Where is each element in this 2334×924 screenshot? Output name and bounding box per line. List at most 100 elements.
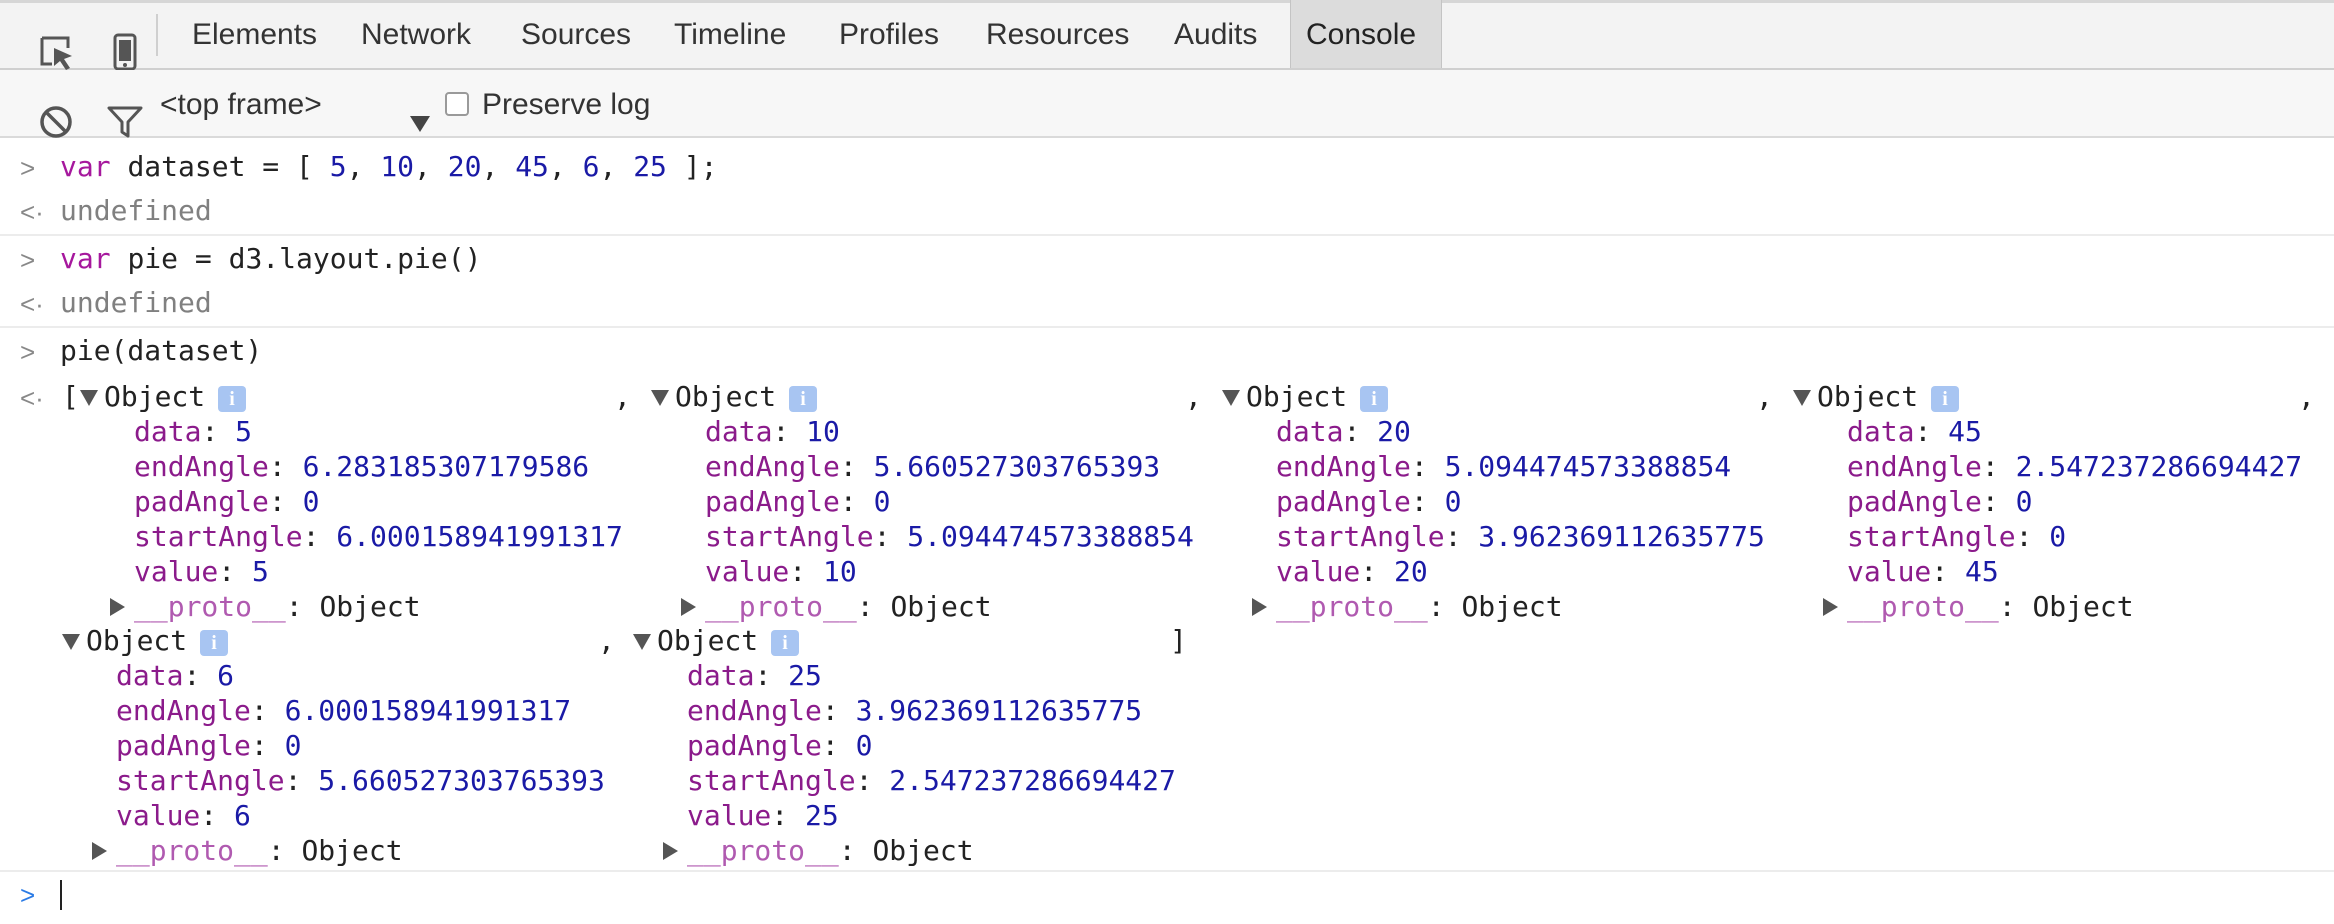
- property-value: 0: [2015, 485, 2033, 518]
- array-separator: ,: [598, 624, 615, 657]
- object-property: data: 25: [687, 659, 822, 692]
- property-value: 6: [234, 799, 251, 832]
- object-property: value: 6: [116, 799, 251, 832]
- code: pie = d3.layout.pie(): [127, 242, 482, 275]
- preserve-log-checkbox[interactable]: [445, 92, 469, 116]
- object-property: endAngle: 2.547237286694427: [1847, 450, 2303, 483]
- tab-console[interactable]: Console: [1306, 18, 1416, 52]
- object-property: endAngle: 6.000158941991317: [116, 694, 572, 727]
- message-divider: [0, 234, 2334, 236]
- property-key: padAngle: [705, 485, 840, 518]
- collapse-triangle-icon[interactable]: [633, 634, 651, 650]
- proto-key: __proto__: [705, 590, 857, 623]
- tab-resources[interactable]: Resources: [986, 18, 1129, 52]
- property-value: 0: [2049, 520, 2067, 553]
- expand-triangle-icon[interactable]: [681, 598, 696, 616]
- tab-audits[interactable]: Audits: [1174, 18, 1257, 52]
- number: 20: [447, 150, 482, 183]
- filter-icon[interactable]: [88, 86, 143, 138]
- tab-elements[interactable]: Elements: [192, 18, 317, 52]
- preserve-log-label: Preserve log: [482, 88, 651, 121]
- property-value: 10: [806, 415, 840, 448]
- collapse-triangle-icon[interactable]: [80, 390, 98, 406]
- property-key: data: [687, 659, 755, 692]
- property-value: 10: [823, 555, 857, 588]
- console-input-caret[interactable]: [60, 880, 62, 910]
- property-key: data: [705, 415, 773, 448]
- prompt-chevron-icon: >: [20, 245, 36, 275]
- window-top-border: [0, 0, 2334, 3]
- object-property: endAngle: 3.962369112635775: [687, 694, 1143, 727]
- property-key: padAngle: [1847, 485, 1982, 518]
- property-key: startAngle: [687, 764, 856, 797]
- property-value: 25: [805, 799, 839, 832]
- tab-sources[interactable]: Sources: [521, 18, 631, 52]
- collapse-triangle-icon[interactable]: [1793, 390, 1811, 406]
- object-property: padAngle: 0: [705, 485, 891, 518]
- clear-console-icon[interactable]: [20, 86, 72, 138]
- inspect-element-icon[interactable]: [20, 16, 72, 70]
- tab-timeline[interactable]: Timeline: [674, 18, 786, 52]
- property-key: startAngle: [1847, 520, 2016, 553]
- property-value: 20: [1394, 555, 1428, 588]
- proto-value: Object: [2032, 590, 2134, 623]
- object-property: padAngle: 0: [687, 729, 873, 762]
- info-icon[interactable]: i: [771, 630, 799, 656]
- property-value: 0: [284, 729, 302, 762]
- property-value: 45: [1965, 555, 1999, 588]
- property-value: 6: [217, 659, 235, 692]
- devtools-tab-bar: Elements Network Sources Timeline Profil…: [0, 0, 2334, 71]
- info-icon[interactable]: i: [200, 630, 228, 656]
- tab-network[interactable]: Network: [361, 18, 471, 52]
- result-open-bracket: [: [62, 380, 79, 413]
- property-value: 5.660527303765393: [873, 450, 1161, 483]
- property-key: startAngle: [705, 520, 874, 553]
- info-icon[interactable]: i: [218, 386, 246, 412]
- object-property: padAngle: 0: [1276, 485, 1462, 518]
- property-value: 5.094474573388854: [1444, 450, 1732, 483]
- device-mode-icon[interactable]: [92, 14, 137, 71]
- property-key: endAngle: [1276, 450, 1411, 483]
- console-toolbar: <top frame> Preserve log: [0, 70, 2334, 138]
- console-output: undefined: [60, 194, 212, 227]
- expand-triangle-icon[interactable]: [663, 842, 678, 860]
- info-icon[interactable]: i: [1360, 386, 1388, 412]
- property-value: 6.000158941991317: [284, 694, 572, 727]
- console-input-line: var dataset = [ 5, 10, 20, 45, 6, 25 ];: [60, 150, 718, 183]
- expand-triangle-icon[interactable]: [92, 842, 107, 860]
- property-key: data: [1847, 415, 1915, 448]
- property-value: 25: [788, 659, 822, 692]
- object-property: padAngle: 0: [1847, 485, 2033, 518]
- object-property: startAngle: 5.094474573388854: [705, 520, 1194, 553]
- expand-triangle-icon[interactable]: [110, 598, 125, 616]
- result-arrow-icon: <·: [20, 197, 44, 227]
- number: 45: [515, 150, 549, 183]
- array-separator: ,: [614, 380, 631, 413]
- collapse-triangle-icon[interactable]: [651, 390, 669, 406]
- number: 6: [582, 150, 600, 183]
- collapse-triangle-icon[interactable]: [62, 634, 80, 650]
- number: 5: [329, 150, 347, 183]
- frame-select[interactable]: <top frame>: [160, 88, 322, 122]
- object-property: endAngle: 5.660527303765393: [705, 450, 1161, 483]
- object-label: Object: [104, 380, 206, 413]
- property-key: startAngle: [116, 764, 285, 797]
- object-label: Object: [657, 624, 759, 657]
- tab-profiles[interactable]: Profiles: [839, 18, 939, 52]
- collapse-triangle-icon[interactable]: [1222, 390, 1240, 406]
- property-key: startAngle: [1276, 520, 1445, 553]
- property-key: padAngle: [1276, 485, 1411, 518]
- dropdown-arrow-icon[interactable]: [392, 98, 430, 132]
- proto-value: Object: [301, 834, 403, 867]
- object-property: startAngle: 2.547237286694427: [687, 764, 1176, 797]
- expand-triangle-icon[interactable]: [1252, 598, 1267, 616]
- property-value: 5.660527303765393: [318, 764, 605, 797]
- code: dataset = [: [127, 150, 330, 183]
- property-key: value: [116, 799, 201, 832]
- array-separator: ,: [2298, 380, 2315, 413]
- proto-value: Object: [890, 590, 992, 623]
- info-icon[interactable]: i: [789, 386, 817, 412]
- info-icon[interactable]: i: [1931, 386, 1959, 412]
- proto-key: __proto__: [116, 834, 268, 867]
- expand-triangle-icon[interactable]: [1823, 598, 1838, 616]
